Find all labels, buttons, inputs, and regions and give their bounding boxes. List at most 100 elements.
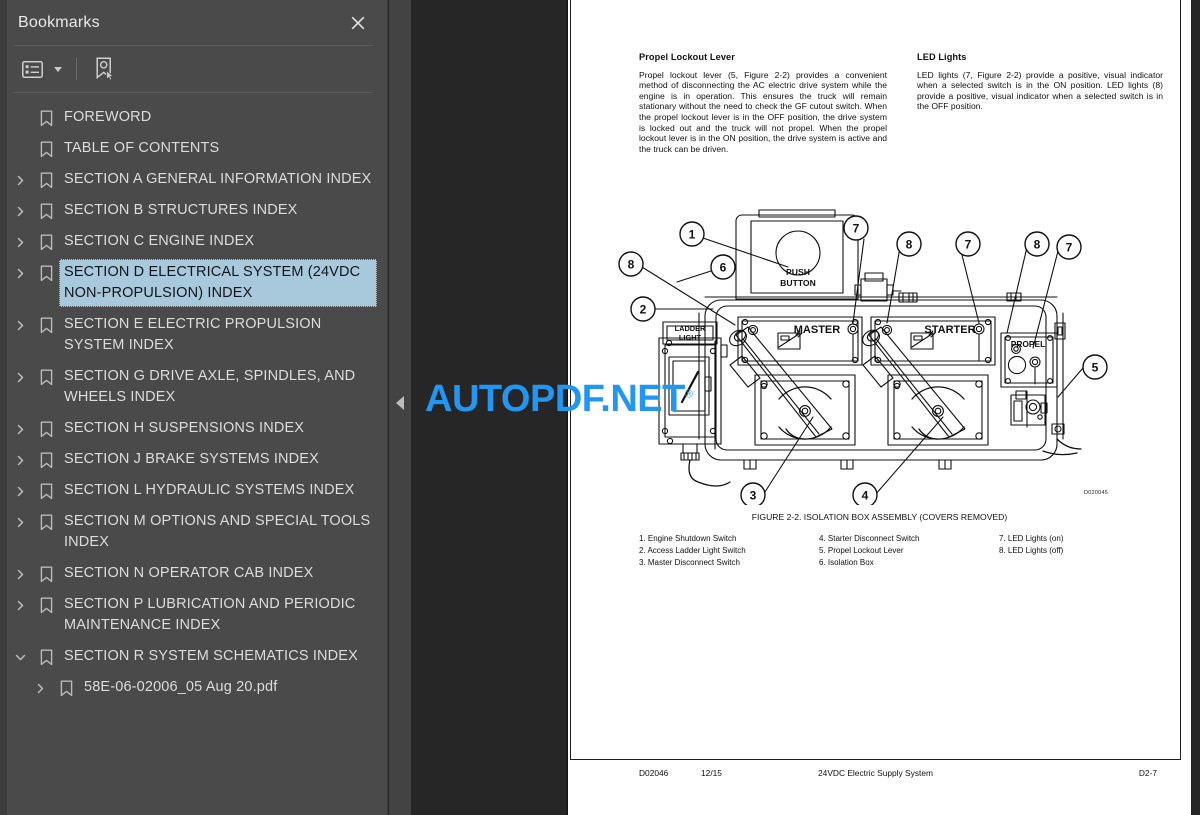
bookmark-item[interactable]: SECTION C ENGINE INDEX: [7, 226, 387, 257]
bookmark-item[interactable]: SECTION H SUSPENSIONS INDEX: [7, 413, 387, 444]
label-master: MASTER: [794, 324, 841, 336]
new-bookmark-icon[interactable]: [91, 56, 119, 82]
chevron-right-icon[interactable]: [7, 416, 33, 442]
bookmark-icon: [33, 644, 59, 670]
bookmark-item[interactable]: SECTION G DRIVE AXLE, SPINDLES, AND WHEE…: [7, 361, 387, 413]
chevron-right-icon[interactable]: [7, 198, 33, 224]
bookmark-item-label: SECTION J BRAKE SYSTEMS INDEX: [64, 451, 319, 467]
bookmark-item[interactable]: SECTION B STRUCTURES INDEX: [7, 195, 387, 226]
page-title: Bookmarks: [18, 13, 100, 31]
legend-item: 2. Access Ladder Light Switch: [639, 546, 746, 555]
bookmark-item[interactable]: SECTION R SYSTEM SCHEMATICS INDEX: [7, 641, 387, 672]
text-column-led-lights: LED Lights LED lights (7, Figure 2-2) pr…: [917, 52, 1163, 112]
callout-8b: 8: [906, 238, 913, 252]
chevron-right-icon[interactable]: [7, 592, 33, 618]
chevron-right-icon[interactable]: [7, 260, 33, 286]
figure-drawing-id: D020045: [1084, 490, 1109, 496]
close-icon[interactable]: [345, 10, 371, 36]
label-push-button-line2: BUTTON: [780, 278, 816, 288]
footer-page-number: D2-7: [1138, 768, 1157, 778]
callout-1: 1: [689, 228, 696, 242]
bookmark-icon: [33, 260, 59, 286]
bookmark-item-label: TABLE OF CONTENTS: [64, 140, 220, 156]
label-ladder-light-line1: LADDER: [675, 324, 706, 333]
bookmark-item-label: SECTION N OPERATOR CAB INDEX: [64, 565, 314, 581]
pdf-page: Propel Lockout Lever Propel lockout leve…: [568, 0, 1191, 815]
bookmark-item-label: SECTION L HYDRAULIC SYSTEMS INDEX: [64, 482, 355, 498]
list-options-icon[interactable]: [18, 56, 46, 82]
bookmark-item-label: SECTION C ENGINE INDEX: [64, 233, 255, 249]
legend-item: 6. Isolation Box: [819, 558, 874, 567]
chevron-right-icon[interactable]: [7, 561, 33, 587]
legend-item: 3. Master Disconnect Switch: [639, 558, 740, 567]
footer-doc-id: D02046: [639, 768, 669, 778]
chevron-right-icon[interactable]: [7, 478, 33, 504]
bookmark-icon: [53, 675, 79, 701]
section-body-led-lights: LED lights (7, Figure 2-2) provide a pos…: [917, 69, 1163, 112]
bookmark-icon: [33, 416, 59, 442]
bookmark-item[interactable]: 58E-06-02006_05 Aug 20.pdf: [7, 672, 387, 703]
chevron-down-icon[interactable]: [54, 66, 62, 72]
bookmarks-panel: Bookmarks FOREWORD TABLE OF CONTENTS SEC…: [0, 0, 388, 815]
chevron-right-icon[interactable]: [7, 229, 33, 255]
callout-7c: 7: [1066, 241, 1073, 255]
legend-item: 5. Propel Lockout Lever: [819, 546, 904, 555]
figure-isolation-box-assembly: 1 2 3 4 5 6 7 7 7 8 8 8 PUSH BUTTON LADD…: [603, 205, 1173, 508]
chevron-right-icon[interactable]: [7, 509, 33, 535]
bookmark-item[interactable]: SECTION E ELECTRIC PROPULSION SYSTEM IND…: [7, 309, 387, 361]
bookmark-item-label: SECTION B STRUCTURES INDEX: [64, 202, 298, 218]
bookmark-icon: [33, 105, 59, 131]
chevron-right-icon[interactable]: [7, 447, 33, 473]
document-viewer[interactable]: Propel Lockout Lever Propel lockout leve…: [411, 0, 1200, 815]
bookmark-icon: [33, 561, 59, 587]
bookmarks-panel-header: Bookmarks: [0, 0, 387, 45]
bookmark-item-label: SECTION A GENERAL INFORMATION INDEX: [64, 171, 372, 187]
bookmark-item[interactable]: SECTION M OPTIONS AND SPECIAL TOOLS INDE…: [7, 506, 387, 558]
label-propel: PROPEL: [1011, 339, 1045, 349]
chevron-right-icon[interactable]: [7, 167, 33, 193]
chevron-right-icon[interactable]: [27, 675, 53, 701]
bookmark-item[interactable]: SECTION D ELECTRICAL SYSTEM (24VDC NON-P…: [7, 257, 387, 309]
bookmark-item[interactable]: SECTION P LUBRICATION AND PERIODIC MAINT…: [7, 589, 387, 641]
bookmark-item-label: SECTION H SUSPENSIONS INDEX: [64, 420, 305, 436]
bookmarks-tree[interactable]: FOREWORD TABLE OF CONTENTS SECTION A GENER…: [7, 94, 387, 815]
bookmark-item[interactable]: FOREWORD: [7, 102, 387, 133]
collapse-panel-button[interactable]: [394, 394, 406, 412]
chevron-right-icon[interactable]: [7, 312, 33, 338]
chevron-right-icon[interactable]: [7, 364, 33, 390]
figure-legend-column-1: 1. Engine Shutdown Switch 2. Access Ladd…: [639, 533, 819, 569]
callout-2: 2: [640, 303, 647, 317]
footer-revision: 12/15: [701, 768, 722, 778]
label-ladder-light-line2: LIGHT: [679, 333, 702, 342]
panel-left-edge: [0, 0, 7, 815]
bookmark-item[interactable]: SECTION J BRAKE SYSTEMS INDEX: [7, 444, 387, 475]
section-heading-propel-lockout-lever: Propel Lockout Lever: [639, 52, 735, 62]
legend-item: 1. Engine Shutdown Switch: [639, 534, 737, 543]
bookmark-item[interactable]: SECTION L HYDRAULIC SYSTEMS INDEX: [7, 475, 387, 506]
bookmark-icon: [33, 364, 59, 390]
callout-5: 5: [1092, 361, 1099, 375]
bookmark-icon: [33, 312, 59, 338]
section-body-propel-lockout-lever: Propel lockout lever (5, Figure 2-2) pro…: [639, 69, 887, 154]
callout-6: 6: [720, 261, 727, 275]
bookmark-item-label: SECTION M OPTIONS AND SPECIAL TOOLS INDE…: [64, 513, 371, 550]
bookmark-item-label: FOREWORD: [64, 109, 152, 125]
legend-item: 4. Starter Disconnect Switch: [819, 534, 920, 543]
bookmark-item-label: 58E-06-02006_05 Aug 20.pdf: [84, 679, 278, 695]
bookmark-icon: [33, 136, 59, 162]
callout-7b: 7: [965, 238, 972, 252]
bookmark-item[interactable]: SECTION N OPERATOR CAB INDEX: [7, 558, 387, 589]
callout-7a: 7: [853, 222, 860, 236]
bookmark-item-label: SECTION R SYSTEM SCHEMATICS INDEX: [64, 648, 358, 664]
bookmark-item[interactable]: TABLE OF CONTENTS: [7, 133, 387, 164]
bookmark-item-label: SECTION P LUBRICATION AND PERIODIC MAINT…: [64, 596, 356, 633]
bookmark-item-label: SECTION G DRIVE AXLE, SPINDLES, AND WHEE…: [64, 368, 356, 405]
bookmark-item-label: SECTION D ELECTRICAL SYSTEM (24VDC NON-P…: [59, 259, 377, 307]
page-footer: 24VDC Electric Supply System D02046 12/1…: [570, 765, 1181, 785]
callout-4: 4: [862, 489, 869, 503]
bookmark-item[interactable]: SECTION A GENERAL INFORMATION INDEX: [7, 164, 387, 195]
chevron-down-icon[interactable]: [7, 644, 33, 670]
bookmark-icon: [33, 198, 59, 224]
bookmark-icon: [33, 478, 59, 504]
toolbar-divider-line: [14, 92, 373, 93]
